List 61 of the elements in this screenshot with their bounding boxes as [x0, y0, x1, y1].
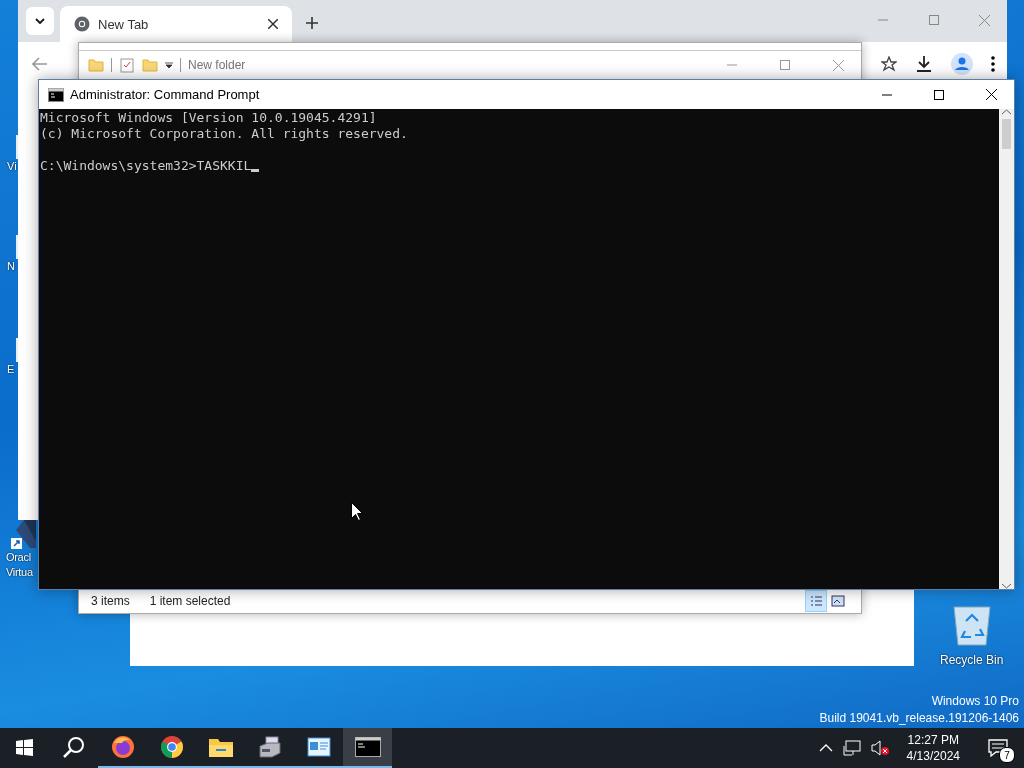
cursor-icon [251, 169, 260, 172]
clock-time: 12:27 PM [907, 732, 959, 748]
console-line: (c) Microsoft Corporation. All rights reserved. [40, 126, 408, 142]
console-icon [354, 737, 381, 757]
scrollbar[interactable] [999, 109, 1014, 589]
taskbar-button[interactable] [343, 728, 392, 768]
notification-button[interactable]: 7 [978, 728, 1018, 768]
os-version-text: Build 19041.vb_release.191206-1406 [819, 711, 1019, 725]
clock-date: 4/13/2024 [906, 748, 960, 764]
icon-label: E [7, 362, 15, 377]
maximize-icon [934, 89, 944, 100]
selection-status: 1 item selected [149, 594, 231, 608]
computer-icon [257, 736, 282, 758]
chrome-icon [159, 735, 184, 759]
item-count: 3 items [91, 594, 130, 608]
icon-label: Recycle Bin [940, 653, 1004, 667]
folder-icon [208, 737, 233, 757]
folder-icon [88, 57, 104, 73]
tab-title: New Tab [98, 16, 149, 32]
tab-search-button[interactable] [26, 7, 54, 35]
maximize-icon [928, 15, 939, 25]
folder-icon [142, 57, 158, 73]
message-icon [988, 739, 1008, 757]
tab-search-icon [35, 18, 45, 24]
icon-label: Virtua [6, 565, 33, 580]
search-icon [62, 736, 85, 758]
icon-label: Oracl [6, 550, 31, 565]
shortcut-icon[interactable] [10, 520, 36, 550]
mouse-pointer-icon [351, 502, 363, 521]
scroll-up-icon[interactable] [1002, 109, 1011, 115]
new-tab-icon [306, 17, 318, 29]
recycle-bin-icon[interactable] [951, 603, 992, 647]
back-icon [32, 57, 48, 71]
icon-label: N [7, 259, 15, 274]
console-line: C:\Windows\system32>TASKKIL [40, 158, 252, 174]
notification-count: 7 [999, 747, 1015, 763]
console-line: Microsoft Windows [Version 10.0.19045.4291] [40, 110, 377, 126]
scroll-thumb[interactable] [1002, 119, 1011, 149]
clock[interactable]: 12:27 PM 4/13/2024 [898, 732, 968, 764]
os-version-text: Windows 10 Pro [931, 694, 1019, 708]
close-icon [985, 89, 997, 100]
scroll-down-icon[interactable] [1002, 583, 1011, 589]
dropdown-icon[interactable] [165, 61, 173, 69]
back-button[interactable] [32, 57, 48, 71]
browser-tab[interactable]: New Tab [60, 6, 292, 42]
properties-icon[interactable] [119, 57, 135, 73]
window-title: Administrator: Command Prompt [70, 87, 260, 102]
window-title: New folder [188, 58, 246, 72]
close-icon [979, 14, 990, 26]
control-panel-icon [306, 737, 331, 757]
close-icon[interactable] [268, 19, 278, 29]
windows-logo-icon [16, 738, 33, 756]
list-view-icon [808, 593, 824, 609]
view-toggle[interactable] [805, 590, 827, 612]
icon-label: Vi [7, 159, 17, 174]
console-icon [48, 87, 64, 102]
image-view-icon [830, 593, 846, 609]
fox-globe-icon [110, 735, 135, 759]
maximize-icon [780, 60, 790, 70]
close-icon [832, 59, 844, 71]
browser-icon [74, 16, 90, 32]
